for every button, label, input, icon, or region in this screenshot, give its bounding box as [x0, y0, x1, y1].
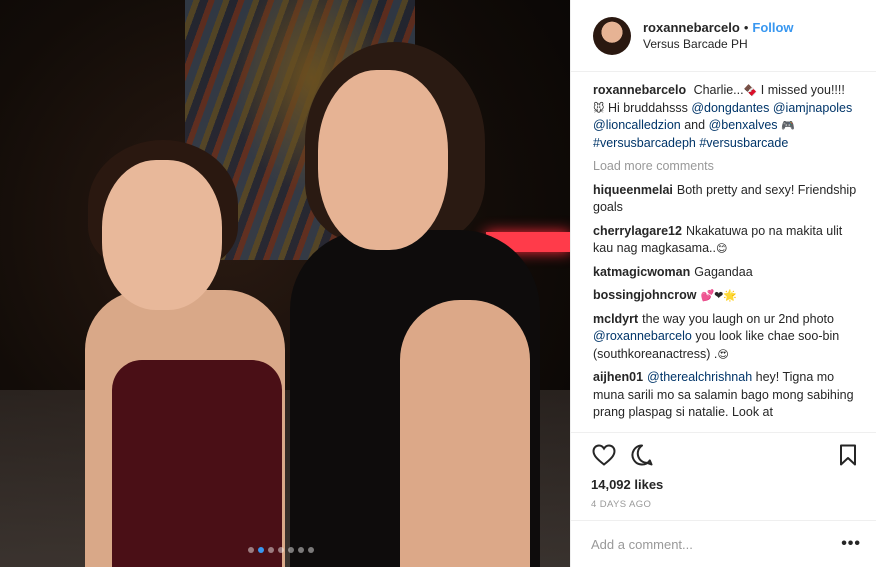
header-text: roxannebarcelo • Follow Versus Barcade PH	[643, 19, 794, 53]
add-comment-input[interactable]	[591, 536, 842, 552]
comment-username[interactable]: bossingjohncrow	[593, 288, 696, 302]
action-bar: 14,092 likes 4 DAYS AGO	[571, 432, 876, 510]
comment-text: the way you laugh on ur 2nd photo	[642, 311, 834, 326]
header-separator: •	[743, 19, 749, 35]
mention-link[interactable]: @lioncalledzion	[593, 118, 681, 132]
caption: roxannebarcelo Charlie...🍫 I missed you!…	[593, 82, 859, 152]
post-sidebar: roxannebarcelo • Follow Versus Barcade PH …	[570, 0, 876, 567]
left-person-dress	[112, 360, 282, 567]
comment-text: Hi bruddahsss	[604, 100, 692, 115]
comment-username[interactable]: mcldyrt	[593, 312, 638, 326]
emoji: 🍫	[743, 84, 758, 97]
comment-username[interactable]: hiqueenmelai	[593, 183, 673, 197]
instagram-post: roxannebarcelo • Follow Versus Barcade PH …	[0, 0, 876, 567]
carousel-dot[interactable]	[268, 547, 274, 553]
mention-link[interactable]: @roxannebarcelo	[593, 329, 692, 343]
carousel-dot[interactable]	[248, 547, 254, 553]
mention-link[interactable]: @therealchrishnah	[647, 370, 752, 384]
comment-text: Charlie...	[693, 83, 744, 97]
right-person-arm	[400, 300, 530, 567]
comment: hiqueenmelai Both pretty and sexy! Friend…	[593, 182, 859, 217]
emoji: 😊	[716, 242, 728, 255]
carousel-indicator	[248, 547, 314, 553]
comment-text: Gagandaa	[694, 264, 753, 279]
header-username[interactable]: roxannebarcelo	[643, 20, 740, 35]
comment-username[interactable]: cherrylagare12	[593, 224, 682, 238]
carousel-dot[interactable]	[288, 547, 294, 553]
comment-entries: hiqueenmelai Both pretty and sexy! Friend…	[593, 182, 859, 422]
mention-link[interactable]: #versusbarcade	[699, 136, 788, 150]
comment-text: and	[680, 118, 709, 132]
emoji: 💕❤🌟	[700, 289, 738, 302]
action-icons	[591, 441, 861, 469]
mention-link[interactable]: @dongdantes	[691, 101, 769, 115]
load-more-comments-button[interactable]: Load more comments	[593, 158, 859, 176]
location-link[interactable]: Versus Barcade PH	[643, 36, 794, 53]
likes-count[interactable]: 14,092 likes	[591, 477, 861, 492]
bookmark-icon[interactable]	[835, 442, 861, 468]
carousel-dot[interactable]	[278, 547, 284, 553]
more-options-button[interactable]: •••	[841, 535, 861, 553]
emoji: 😍	[717, 347, 729, 361]
post-photo[interactable]	[0, 0, 570, 567]
comment: cherrylagare12 Nkakatuwa po na makita uli…	[593, 223, 859, 258]
post-header: roxannebarcelo • Follow Versus Barcade PH	[571, 0, 876, 72]
left-person-face	[102, 160, 222, 310]
avatar[interactable]	[593, 16, 631, 55]
carousel-dot[interactable]	[298, 547, 304, 553]
right-person-face	[318, 70, 448, 250]
carousel-dot[interactable]	[308, 547, 314, 553]
comment-text: I missed you!!!!	[757, 83, 845, 97]
comment: bossingjohncrow 💕❤🌟	[593, 287, 859, 305]
add-comment-bar: •••	[571, 520, 876, 567]
emoji: 🎮	[781, 119, 795, 132]
follow-button[interactable]: Follow	[752, 20, 793, 35]
comments-list[interactable]: roxannebarcelo Charlie...🍫 I missed you!…	[571, 72, 876, 432]
mention-link[interactable]: #versusbarcadeph	[593, 136, 696, 150]
heart-icon[interactable]	[591, 442, 617, 468]
comment: katmagicwoman Gagandaa	[593, 264, 859, 282]
comment: aijhen01 @therealchrishnah hey! Tigna mo …	[593, 369, 859, 422]
caption-username[interactable]: roxannebarcelo	[593, 83, 686, 97]
carousel-dot[interactable]	[258, 547, 264, 553]
comment: mcldyrt the way you laugh on ur 2nd photo…	[593, 311, 859, 364]
comment-icon[interactable]	[629, 442, 655, 468]
post-date: 4 DAYS AGO	[591, 499, 652, 510]
comment-username[interactable]: aijhen01	[593, 370, 643, 384]
comment-username[interactable]: katmagicwoman	[593, 265, 690, 279]
mention-link[interactable]: @benxalves	[709, 118, 778, 132]
emoji: 🐭	[593, 101, 605, 115]
mention-link[interactable]: @iamjnapoles	[773, 101, 852, 115]
